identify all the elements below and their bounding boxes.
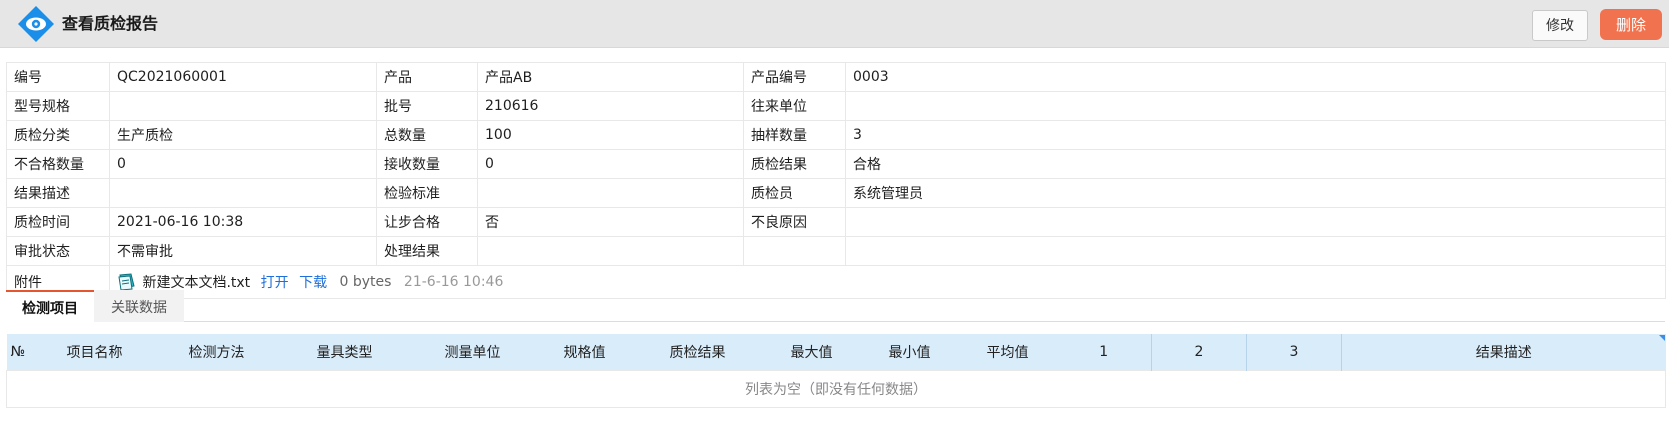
field-label: 结果描述 bbox=[6, 178, 110, 208]
field-label: 审批状态 bbox=[6, 236, 110, 266]
column-header-result-desc[interactable]: 结果描述 bbox=[1341, 334, 1666, 371]
field-value bbox=[845, 236, 1666, 266]
column-header-item-name[interactable]: 项目名称 bbox=[36, 334, 153, 371]
field-label: 检验标准 bbox=[376, 178, 478, 208]
info-row: 结果描述 检验标准 质检员 系统管理员 bbox=[6, 178, 1666, 208]
column-header-average[interactable]: 平均值 bbox=[958, 334, 1057, 371]
field-value: 产品AB bbox=[477, 62, 744, 92]
grid-header-row: № 项目名称 检测方法 量具类型 测量单位 规格值 质检结果 最大值 最小值 平… bbox=[6, 334, 1666, 371]
field-label: 处理结果 bbox=[376, 236, 478, 266]
field-value bbox=[109, 91, 377, 121]
field-label: 型号规格 bbox=[6, 91, 110, 121]
edit-button[interactable]: 修改 bbox=[1532, 10, 1588, 41]
field-value: 2021-06-16 10:38 bbox=[109, 207, 377, 237]
column-header-unit[interactable]: 测量单位 bbox=[408, 334, 537, 371]
field-label: 抽样数量 bbox=[743, 120, 846, 150]
field-value: 系统管理员 bbox=[845, 178, 1666, 208]
field-value: 0003 bbox=[845, 62, 1666, 92]
field-value bbox=[477, 178, 744, 208]
attachment-filename: 新建文本文档.txt bbox=[142, 275, 251, 291]
field-label: 产品 bbox=[376, 62, 478, 92]
column-header-method[interactable]: 检测方法 bbox=[152, 334, 281, 371]
download-link[interactable]: 下载 bbox=[299, 275, 327, 291]
column-header-sample-2[interactable]: 2 bbox=[1151, 334, 1247, 371]
field-value: 生产质检 bbox=[109, 120, 377, 150]
attachment-size: 0 bytes bbox=[339, 274, 392, 290]
tab-bar: 检测项目 关联数据 bbox=[6, 290, 1665, 322]
info-row: 审批状态 不需审批 处理结果 bbox=[6, 236, 1666, 266]
tab-inspection-items[interactable]: 检测项目 bbox=[6, 290, 94, 322]
open-link[interactable]: 打开 bbox=[261, 275, 289, 291]
column-header-gauge-type[interactable]: 量具类型 bbox=[280, 334, 409, 371]
column-header-min[interactable]: 最小值 bbox=[860, 334, 959, 371]
page-title: 查看质检报告 bbox=[62, 14, 159, 33]
delete-button[interactable]: 删除 bbox=[1600, 9, 1662, 40]
field-value bbox=[477, 236, 744, 266]
field-label: 往来单位 bbox=[743, 91, 846, 121]
field-value bbox=[845, 91, 1666, 121]
field-value: 不需审批 bbox=[109, 236, 377, 266]
field-value: 否 bbox=[477, 207, 744, 237]
column-header-result[interactable]: 质检结果 bbox=[632, 334, 763, 371]
top-bar: 查看质检报告 修改 删除 bbox=[0, 0, 1669, 48]
field-label: 质检员 bbox=[743, 178, 846, 208]
column-header-number[interactable]: № bbox=[6, 334, 37, 371]
column-header-max[interactable]: 最大值 bbox=[762, 334, 861, 371]
field-label bbox=[743, 236, 846, 266]
empty-row: 列表为空（即没有任何数据） bbox=[6, 370, 1666, 408]
field-value bbox=[845, 207, 1666, 237]
field-label: 质检分类 bbox=[6, 120, 110, 150]
inspection-items-grid: № 项目名称 检测方法 量具类型 测量单位 规格值 质检结果 最大值 最小值 平… bbox=[6, 334, 1666, 408]
field-label: 产品编号 bbox=[743, 62, 846, 92]
field-label: 接收数量 bbox=[376, 149, 478, 179]
field-label: 让步合格 bbox=[376, 207, 478, 237]
column-header-spec-value[interactable]: 规格值 bbox=[536, 334, 633, 371]
report-info-table: 编号 QC2021060001 产品 产品AB 产品编号 0003 型号规格 批… bbox=[6, 62, 1666, 299]
field-value: 210616 bbox=[477, 91, 744, 121]
field-label: 质检时间 bbox=[6, 207, 110, 237]
text-file-icon bbox=[118, 272, 135, 291]
field-value: 0 bbox=[109, 149, 377, 179]
info-row: 不合格数量 0 接收数量 0 质检结果 合格 bbox=[6, 149, 1666, 179]
field-label: 质检结果 bbox=[743, 149, 846, 179]
empty-list-message: 列表为空（即没有任何数据） bbox=[6, 370, 1666, 408]
field-label: 不合格数量 bbox=[6, 149, 110, 179]
column-header-sample-1[interactable]: 1 bbox=[1056, 334, 1152, 371]
info-row: 质检分类 生产质检 总数量 100 抽样数量 3 bbox=[6, 120, 1666, 150]
field-label: 不良原因 bbox=[743, 207, 846, 237]
attachment-date: 21-6-16 10:46 bbox=[403, 274, 504, 290]
field-value: 合格 bbox=[845, 149, 1666, 179]
info-row: 编号 QC2021060001 产品 产品AB 产品编号 0003 bbox=[6, 62, 1666, 92]
tab-related-data[interactable]: 关联数据 bbox=[94, 290, 184, 322]
eye-diamond-icon bbox=[18, 6, 54, 42]
column-header-sample-3[interactable]: 3 bbox=[1246, 334, 1342, 371]
corner-marker-icon bbox=[1659, 335, 1665, 341]
info-row: 质检时间 2021-06-16 10:38 让步合格 否 不良原因 bbox=[6, 207, 1666, 237]
field-value bbox=[109, 178, 377, 208]
field-value: 3 bbox=[845, 120, 1666, 150]
field-value: 100 bbox=[477, 120, 744, 150]
field-label: 编号 bbox=[6, 62, 110, 92]
field-value: 0 bbox=[477, 149, 744, 179]
field-value: QC2021060001 bbox=[109, 62, 377, 92]
field-label: 批号 bbox=[376, 91, 478, 121]
field-label: 总数量 bbox=[376, 120, 478, 150]
info-row: 型号规格 批号 210616 往来单位 bbox=[6, 91, 1666, 121]
